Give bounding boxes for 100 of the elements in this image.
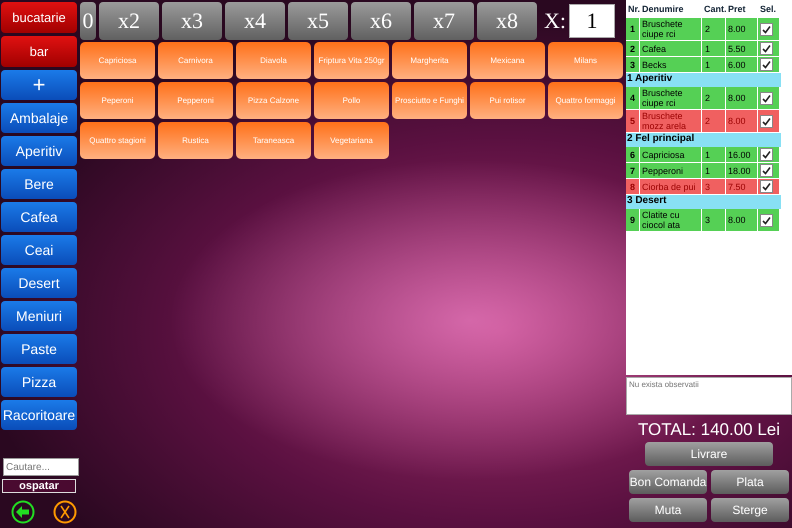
column-header: Nr. xyxy=(627,4,640,14)
add-button[interactable]: + xyxy=(1,70,77,100)
table-cell: 6.00 xyxy=(726,57,758,72)
action-button[interactable]: Muta xyxy=(629,498,707,522)
order-row[interactable]: 6 Capriciosa 1 16.00 xyxy=(626,147,780,163)
product-button[interactable]: Pollo xyxy=(314,82,389,119)
multiplier-button[interactable]: x3 xyxy=(162,2,222,40)
table-cell: 2 xyxy=(702,110,726,132)
table-cell: Pepperoni xyxy=(640,163,702,178)
category-button[interactable]: Bere xyxy=(1,169,77,199)
order-row[interactable]: 8 Ciorba de pui 3 7.50 xyxy=(626,179,780,195)
product-button[interactable]: Margherita xyxy=(392,42,467,79)
product-button[interactable]: Vegetariana xyxy=(314,122,389,159)
product-button[interactable]: Diavola xyxy=(236,42,311,79)
category-button[interactable]: Desert xyxy=(1,268,77,298)
table-cell: Becks xyxy=(640,57,702,72)
multiplier-button[interactable]: 0 xyxy=(80,2,96,40)
category-button[interactable]: Paste xyxy=(1,334,77,364)
total-label: TOTAL: 140.00 Lei xyxy=(636,420,782,440)
order-row[interactable]: 3 Becks 1 6.00 xyxy=(626,57,780,73)
category-button[interactable]: Ambalaje xyxy=(1,103,77,133)
product-button[interactable]: Carnivora xyxy=(158,42,233,79)
checkbox[interactable] xyxy=(760,22,773,36)
checkbox[interactable] xyxy=(760,92,773,104)
column-header: Sel. xyxy=(759,4,778,14)
multiplier-button[interactable]: x8 xyxy=(477,2,537,40)
product-button[interactable]: Taraneasca xyxy=(236,122,311,159)
table-cell: 6 xyxy=(626,147,640,162)
table-cell: 1 xyxy=(702,147,726,162)
category-button[interactable]: Cafea xyxy=(1,202,77,232)
checkbox[interactable] xyxy=(760,164,773,177)
checkbox[interactable] xyxy=(760,214,773,226)
action-button[interactable]: Livrare xyxy=(645,442,773,466)
table-cell: 16.00 xyxy=(726,147,758,162)
table-cell: 2 xyxy=(702,18,726,40)
product-button[interactable]: Friptura Vita 250gr xyxy=(314,42,389,79)
order-row[interactable]: 2 Cafea 1 5.50 xyxy=(626,41,780,57)
table-cell: 3 xyxy=(702,179,726,194)
checkbox[interactable] xyxy=(760,114,773,128)
printer-button[interactable]: bar xyxy=(1,36,77,67)
group-header: 2 Fel principal xyxy=(626,133,781,147)
order-row[interactable]: 7 Pepperoni 1 18.00 xyxy=(626,163,780,179)
product-button[interactable]: Pui rotisor xyxy=(470,82,545,119)
category-button[interactable]: Meniuri xyxy=(1,301,77,331)
table-cell: 2 xyxy=(702,87,726,109)
table-cell: 5 xyxy=(626,110,640,132)
checkbox[interactable] xyxy=(760,58,773,71)
action-button[interactable]: Plata xyxy=(711,470,789,494)
multiplier-button[interactable]: x4 xyxy=(225,2,285,40)
table-cell: 1 xyxy=(626,18,640,40)
action-button[interactable]: Bon Comanda xyxy=(629,470,707,494)
table-cell: Capriciosa xyxy=(640,147,702,162)
product-button[interactable]: Prosciutto e Funghi xyxy=(392,82,467,119)
multiplier-button[interactable]: x7 xyxy=(414,2,474,40)
multiplier-button[interactable]: x2 xyxy=(99,2,159,40)
multiplier-button[interactable]: x6 xyxy=(351,2,411,40)
table-cell: Cafea xyxy=(640,41,702,56)
product-button[interactable]: Milans xyxy=(548,42,623,79)
printer-button[interactable]: bucatarie xyxy=(1,2,77,33)
cancel-icon[interactable] xyxy=(53,500,77,524)
product-button[interactable]: Pizza Calzone xyxy=(236,82,311,119)
table-cell: 2 xyxy=(626,41,640,56)
checkbox[interactable] xyxy=(760,42,773,55)
table-cell: 18.00 xyxy=(726,163,758,178)
table-cell: 8.00 xyxy=(726,87,758,109)
category-button[interactable]: Ceai xyxy=(1,235,77,265)
column-header: Denumire xyxy=(641,4,685,14)
category-button[interactable]: Racoritoare xyxy=(1,400,77,430)
product-button[interactable]: Rustica xyxy=(158,122,233,159)
table-cell: Bruschete ciupe rci xyxy=(640,87,702,109)
product-button[interactable]: Quattro formaggi xyxy=(548,82,623,119)
category-button[interactable]: Aperitiv xyxy=(1,136,77,166)
table-cell: 8.00 xyxy=(726,209,758,231)
table-cell: 1 xyxy=(702,57,726,72)
table-cell: 5.50 xyxy=(726,41,758,56)
table-cell: 3 xyxy=(626,57,640,72)
table-cell: Bruschete mozz arela xyxy=(640,110,702,132)
product-button[interactable]: Peperoni xyxy=(80,82,155,119)
checkbox[interactable] xyxy=(760,148,773,161)
table-cell: 8.00 xyxy=(726,110,758,132)
category-button[interactable]: Pizza xyxy=(1,367,77,397)
multiplier-button[interactable]: x5 xyxy=(288,2,348,40)
group-header: 3 Desert xyxy=(626,195,781,209)
product-button[interactable]: Pepperoni xyxy=(158,82,233,119)
group-header: 1 Aperitiv xyxy=(626,73,781,87)
table-cell: Clatite cu ciocol ata xyxy=(640,209,702,231)
quantity-label: X: xyxy=(544,8,566,34)
product-button[interactable]: Capriciosa xyxy=(80,42,155,79)
search-field[interactable]: Cautare... xyxy=(3,458,79,476)
quantity-field[interactable]: 1 xyxy=(569,4,615,38)
checkbox[interactable] xyxy=(760,180,773,193)
table-cell: 1 xyxy=(702,163,726,178)
table-cell: 8.00 xyxy=(726,18,758,40)
table-cell: 7 xyxy=(626,163,640,178)
action-button[interactable]: Sterge xyxy=(711,498,789,522)
product-button[interactable]: Quattro stagioni xyxy=(80,122,155,159)
column-header: Pret xyxy=(727,4,747,14)
notes-field[interactable]: Nu exista observatii xyxy=(626,377,792,415)
product-button[interactable]: Mexicana xyxy=(470,42,545,79)
table-cell: 4 xyxy=(626,87,640,109)
